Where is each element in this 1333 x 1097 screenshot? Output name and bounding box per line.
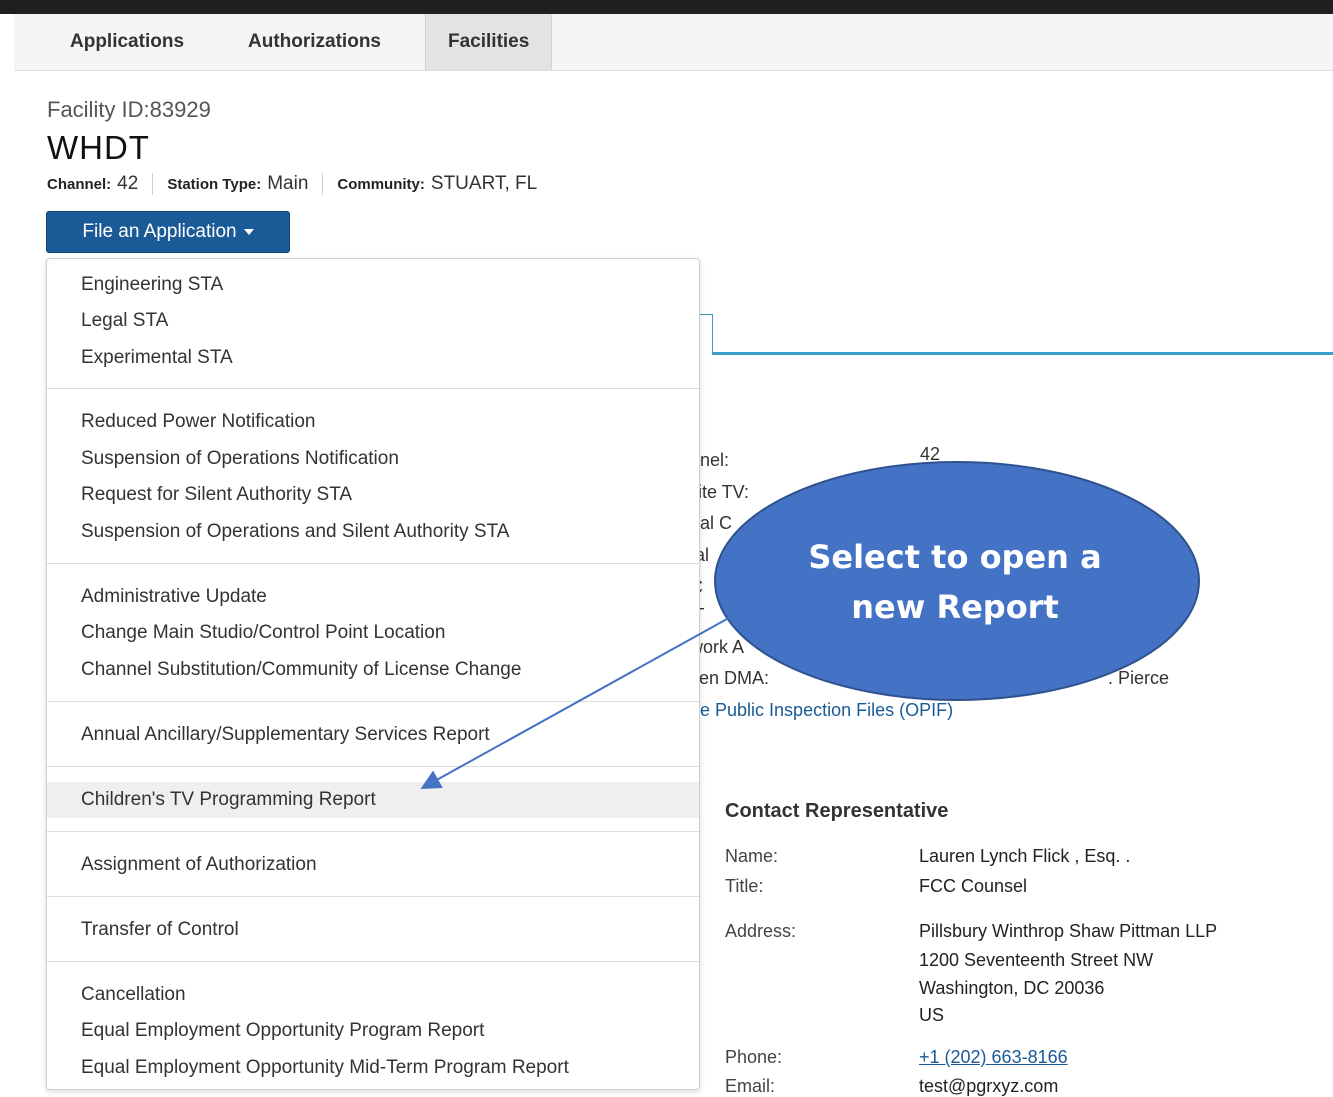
community-label: Community: xyxy=(337,176,425,193)
menu-divider xyxy=(47,563,699,564)
contact-title-label: Title: xyxy=(725,876,764,896)
contact-name: Lauren Lynch Flick , Esq. . xyxy=(919,846,1131,866)
callout-line-1: Select to open a xyxy=(808,538,1102,576)
menu-item-silent-authority-sta[interactable]: Request for Silent Authority STA xyxy=(47,477,699,513)
menu-item-cancellation[interactable]: Cancellation xyxy=(47,977,699,1013)
menu-item-assignment-of-authorization[interactable]: Assignment of Authorization xyxy=(47,847,699,883)
contact-email[interactable]: test@pgrxyz.com xyxy=(919,1076,1058,1097)
contact-name-label: Name: xyxy=(725,846,779,866)
menu-item-suspension-silent-sta[interactable]: Suspension of Operations and Silent Auth… xyxy=(47,514,699,550)
menu-divider xyxy=(47,701,699,702)
contact-address-line: US xyxy=(919,1005,945,1025)
file-application-label: File an Application xyxy=(82,221,237,242)
menu-item-engineering-sta[interactable]: Engineering STA xyxy=(47,267,699,303)
contact-address-label: Address: xyxy=(725,921,797,941)
main-navbar: Applications Authorizations Facilities xyxy=(14,14,1333,71)
channel-label: Channel: xyxy=(47,176,112,193)
tab-facilities[interactable]: Facilities xyxy=(425,14,553,70)
caret-down-icon xyxy=(243,229,254,235)
file-application-button[interactable]: File an Application xyxy=(46,211,290,253)
menu-item-eeo-midterm-report[interactable]: Equal Employment Opportunity Mid-Term Pr… xyxy=(47,1050,699,1086)
contact-phone-label: Phone: xyxy=(725,1047,783,1067)
menu-item-annual-ancillary-report[interactable]: Annual Ancillary/Supplementary Services … xyxy=(47,717,699,753)
page-title: WHDT xyxy=(47,129,150,166)
top-dark-bar xyxy=(0,0,1333,14)
menu-item-suspension-notification[interactable]: Suspension of Operations Notification xyxy=(47,441,699,477)
menu-divider xyxy=(47,961,699,962)
menu-divider xyxy=(47,388,699,389)
tab-authorizations[interactable]: Authorizations xyxy=(226,14,403,70)
menu-item-reduced-power[interactable]: Reduced Power Notification xyxy=(47,404,699,440)
contact-address-line: Pillsbury Winthrop Shaw Pittman LLP xyxy=(919,921,1218,941)
detail-value: . Pierce xyxy=(1108,668,1170,688)
menu-divider xyxy=(47,766,699,767)
menu-item-eeo-program-report[interactable]: Equal Employment Opportunity Program Rep… xyxy=(47,1013,699,1049)
menu-item-change-main-studio[interactable]: Change Main Studio/Control Point Locatio… xyxy=(47,615,699,651)
contact-address-line: Washington, DC 20036 xyxy=(919,978,1105,998)
menu-divider xyxy=(47,896,699,897)
meta-station-type: Station Type: Main xyxy=(152,173,322,195)
contact-title: FCC Counsel xyxy=(919,876,1028,896)
contact-phone-link[interactable]: +1 (202) 663-8166 xyxy=(919,1047,1068,1068)
contact-heading: Contact Representative xyxy=(725,800,949,822)
meta-community: Community: STUART, FL xyxy=(322,173,551,195)
menu-item-channel-substitution[interactable]: Channel Substitution/Community of Licens… xyxy=(47,652,699,688)
menu-item-transfer-of-control[interactable]: Transfer of Control xyxy=(47,912,699,948)
callout-line-2: new Report xyxy=(851,588,1059,626)
callout-text: Select to open a new Report xyxy=(760,532,1150,632)
contact-address-line: 1200 Seventeenth Street NW xyxy=(919,950,1154,970)
contact-email-label: Email: xyxy=(725,1076,776,1096)
menu-item-legal-sta[interactable]: Legal STA xyxy=(47,303,699,339)
facility-meta-row: Channel: 42 Station Type: Main Community… xyxy=(47,171,551,197)
menu-item-experimental-sta[interactable]: Experimental STA xyxy=(47,340,699,376)
content-tab-underline xyxy=(712,352,1333,355)
tab-applications[interactable]: Applications xyxy=(48,14,206,70)
menu-item-administrative-update[interactable]: Administrative Update xyxy=(47,579,699,615)
detail-label: sen DMA: xyxy=(690,668,770,688)
station-type-label: Station Type: xyxy=(167,176,262,193)
file-application-dropdown: Engineering STA Legal STA Experimental S… xyxy=(46,258,700,1090)
menu-divider xyxy=(47,831,699,832)
channel-value: 42 xyxy=(117,173,139,194)
menu-item-childrens-tv-report[interactable]: Children's TV Programming Report xyxy=(47,782,699,818)
station-type-value: Main xyxy=(267,173,309,194)
opif-link[interactable]: ne Public Inspection Files (OPIF) xyxy=(690,700,953,721)
detail-value: 42 xyxy=(920,444,941,464)
facility-id: Facility ID:83929 xyxy=(47,97,211,122)
community-value: STUART, FL xyxy=(430,173,538,194)
meta-channel: Channel: 42 xyxy=(47,173,152,195)
